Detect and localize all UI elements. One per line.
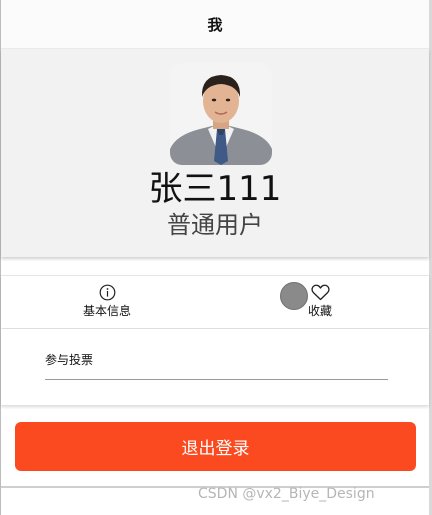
user-role: 普通用户 [167, 211, 263, 239]
avatar-photo [170, 63, 272, 165]
favorites-button[interactable]: 收藏 [308, 284, 332, 319]
page-title: 我 [1, 0, 429, 49]
vote-underline [45, 379, 388, 380]
logout-button[interactable]: 退出登录 [15, 422, 416, 471]
profile-card: 张三111 普通用户 [1, 49, 429, 257]
vote-card: 参与投票 [1, 329, 429, 405]
basic-info-label: 基本信息 [83, 304, 132, 318]
favorites-label: 收藏 [308, 304, 333, 318]
page-title-text: 我 [207, 15, 223, 34]
heart-icon [310, 284, 330, 301]
quick-actions: 基本信息 收藏 [1, 275, 429, 328]
info-icon [99, 284, 115, 301]
username: 张三111 [148, 169, 282, 209]
vote-link[interactable]: 参与投票 [45, 351, 93, 368]
basic-info-button[interactable]: 基本信息 [83, 284, 131, 319]
watermark: CSDN @vx2_Biye_Design [198, 486, 375, 502]
avatar[interactable] [170, 63, 272, 165]
touch-indicator-dot [280, 282, 308, 310]
